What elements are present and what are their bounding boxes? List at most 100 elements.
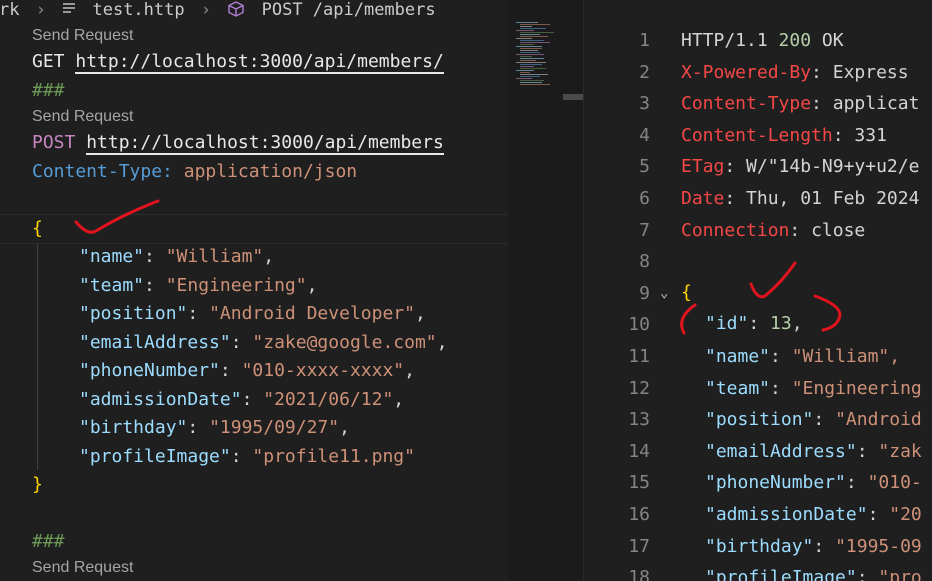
request-body-row: "name": "William", [79, 246, 275, 267]
line-number: 12 [628, 377, 650, 399]
response-body-row: "profileImage": "pro [705, 567, 922, 581]
json-value: "1995-09 [835, 535, 922, 557]
response-header-value: W/"14b-N9+y+u2/e [746, 156, 920, 178]
json-key: "position" [705, 409, 814, 431]
minimap-line [520, 36, 548, 37]
minimap-line [516, 22, 538, 23]
status-text: OK [821, 30, 844, 51]
send-request-link[interactable]: Send Request [32, 108, 133, 126]
minimap-line [520, 76, 540, 77]
json-value: "William", [791, 346, 901, 367]
json-comma: , [436, 331, 448, 353]
json-key: "team" [79, 274, 145, 296]
line-number: 13 [628, 409, 650, 431]
json-key: "name" [79, 246, 145, 267]
breadcrumb-file[interactable]: test.http [92, 0, 184, 20]
json-value: "2021/06/12" [263, 388, 394, 410]
json-key: "profileImage" [79, 445, 231, 467]
json-value: "Android [835, 409, 922, 431]
get-request-line[interactable]: GET http://localhost:3000/api/members/ [32, 51, 444, 74]
request-body-row: "birthday": "1995/09/27", [79, 417, 350, 438]
chevron-down-icon[interactable]: ⌄ [660, 285, 668, 301]
json-key: "admissionDate" [79, 388, 242, 410]
json-comma: , [339, 417, 350, 438]
status-code: 200 [778, 30, 812, 51]
response-id-value: 13 [770, 313, 792, 334]
chevron-right-icon: › [200, 0, 212, 20]
json-key: "phoneNumber" [79, 360, 220, 381]
cube-icon [227, 0, 245, 23]
minimap-scroll-thumb[interactable] [563, 94, 584, 100]
line-number: 4 [639, 124, 650, 146]
breadcrumb-request[interactable]: POST /api/members [262, 0, 436, 20]
minimap-line [516, 30, 534, 31]
response-header-value: close [811, 219, 866, 241]
response-header-row: Connection: close [681, 219, 866, 241]
minimap-line [516, 62, 546, 63]
current-line-highlight [0, 214, 508, 244]
json-value: "010- [867, 472, 922, 494]
json-value: "1995/09/27" [209, 417, 340, 438]
response-header-value: Express [832, 61, 909, 83]
minimap-line [520, 32, 554, 33]
response-header-key: Content-Length [681, 124, 833, 146]
json-value: "Engineering [791, 377, 922, 399]
json-comma: , [306, 274, 318, 296]
minimap-line [520, 26, 532, 27]
minimap-line [520, 72, 530, 73]
minimap-line [520, 74, 548, 75]
request-body-row: "emailAddress": "zake@google.com", [79, 331, 448, 353]
json-key: "profileImage" [705, 567, 857, 581]
send-request-link[interactable]: Send Request [32, 559, 133, 577]
json-comma: , [414, 303, 426, 324]
request-body-row: "team": "Engineering", [79, 274, 318, 296]
json-value: "pro [878, 567, 922, 581]
response-header-value: 331 [854, 124, 887, 146]
post-url-link[interactable]: http://localhost:3000/api/members [86, 132, 444, 155]
minimap-line [520, 52, 540, 53]
response-header-row: X-Powered-By: Express [681, 61, 909, 83]
response-body-row: "phoneNumber": "010- [705, 472, 922, 494]
minimap-line [520, 84, 550, 85]
minimap-line [516, 46, 542, 47]
minimap-line [520, 44, 534, 45]
json-value: "William" [165, 246, 264, 267]
minimap-line [520, 82, 542, 83]
response-header-key: Date [681, 188, 725, 209]
json-key: "phoneNumber" [705, 472, 846, 494]
status-line: HTTP/1.1 200 OK [681, 30, 844, 51]
minimap-line [520, 42, 550, 43]
line-number: 14 [628, 440, 650, 462]
minimap-line [520, 24, 550, 25]
line-number: 16 [628, 504, 650, 525]
json-close-brace: } [32, 474, 43, 495]
json-key: "name" [705, 346, 771, 367]
line-number: 2 [639, 61, 650, 83]
response-body-row: "position": "Android [705, 409, 922, 431]
minimap-line [516, 54, 544, 55]
minimap-line [520, 40, 544, 41]
get-url-link[interactable]: http://localhost:3000/api/members/ [75, 51, 444, 74]
minimap[interactable] [508, 0, 584, 581]
line-number: 11 [628, 346, 650, 367]
request-editor[interactable]: rk › test.http › POST /api/members Send … [0, 0, 508, 581]
post-request-line[interactable]: POST http://localhost:3000/api/members [32, 132, 444, 155]
json-value: "zak [878, 440, 922, 462]
minimap-line [520, 58, 544, 59]
minimap-line [520, 48, 542, 49]
request-separator: ### [32, 80, 65, 101]
post-method: POST [32, 132, 76, 153]
breadcrumb-prefix[interactable]: rk [0, 0, 19, 20]
line-number: 15 [628, 472, 650, 494]
response-header-key: X-Powered-By [681, 61, 812, 83]
response-header-key: ETag [681, 156, 725, 178]
response-viewer[interactable]: 1 2 3 4 5 6 7 8 9 10 11 12 13 14 15 16 17 18 HTTP/1.1 200… [584, 0, 932, 581]
minimap-line [516, 38, 532, 39]
json-comma: , [404, 360, 415, 381]
line-number: 17 [628, 535, 650, 557]
json-comma: , [263, 246, 275, 267]
send-request-link[interactable]: Send Request [32, 27, 133, 45]
response-id-line: "id": 13, [705, 313, 803, 334]
json-key: "birthday" [79, 417, 188, 438]
response-header-row: ETag: W/"14b-N9+y+u2/e [681, 156, 920, 178]
